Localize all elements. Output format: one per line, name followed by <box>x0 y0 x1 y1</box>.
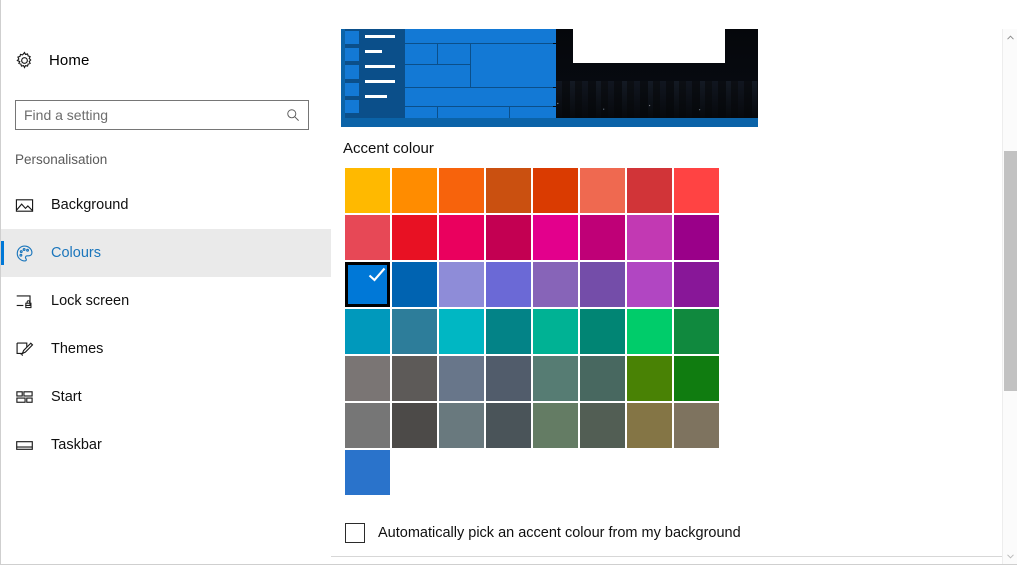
accent-swatch-pale-moss[interactable] <box>533 356 578 401</box>
lock-screen-icon <box>15 292 51 311</box>
preview-taskbar <box>341 118 758 127</box>
accent-swatch-steel-blue[interactable] <box>439 356 484 401</box>
accent-swatch-blue-gray[interactable] <box>439 403 484 448</box>
auto-pick-accent-checkbox[interactable] <box>345 523 365 543</box>
sidebar-item-themes-label: Themes <box>51 341 104 357</box>
accent-swatch-sage[interactable] <box>580 403 625 448</box>
accent-swatch-rose-bright[interactable] <box>392 215 437 260</box>
accent-swatch-brick-red[interactable] <box>533 168 578 213</box>
accent-colour-grid <box>345 168 719 495</box>
accent-swatch-metal-blue[interactable] <box>486 356 531 401</box>
accent-swatch-navy-blue[interactable] <box>392 262 437 307</box>
scrollbar-thumb[interactable] <box>1004 151 1017 391</box>
gear-icon <box>15 50 49 70</box>
accent-swatch-orchid[interactable] <box>627 215 672 260</box>
settings-window: Home Personalisation <box>0 0 1017 565</box>
sidebar-item-home-label: Home <box>49 51 90 69</box>
chevron-down-icon <box>1007 554 1014 559</box>
accent-swatch-violet-red[interactable] <box>674 262 719 307</box>
accent-colour-heading: Accent colour <box>343 140 434 157</box>
accent-swatch-rust[interactable] <box>486 168 531 213</box>
sidebar-item-background-label: Background <box>51 197 129 213</box>
accent-swatch-purple-shadow[interactable] <box>439 262 484 307</box>
search-icon <box>286 108 300 122</box>
chevron-up-icon <box>1007 35 1014 40</box>
auto-pick-accent-row[interactable]: Automatically pick an accent colour from… <box>345 523 1003 543</box>
brush-icon <box>15 340 51 359</box>
scroll-up-button[interactable] <box>1003 29 1017 46</box>
theme-preview-image <box>341 29 758 127</box>
preview-start-menu <box>341 29 556 123</box>
accent-swatch-violet-red-light[interactable] <box>627 262 672 307</box>
accent-swatch-green[interactable] <box>674 356 719 401</box>
preview-left-edge <box>341 29 345 127</box>
accent-swatch-desert-red[interactable] <box>345 215 390 260</box>
accent-swatch-mint-light[interactable] <box>533 309 578 354</box>
accent-swatch-magenta-dark[interactable] <box>674 215 719 260</box>
accent-swatch-storm[interactable] <box>392 403 437 448</box>
bottom-links-clipped <box>331 556 1003 564</box>
accent-swatch-orchid-light[interactable] <box>580 215 625 260</box>
accent-swatch-iris-pastel[interactable] <box>533 262 578 307</box>
accent-swatch-overcast[interactable] <box>345 403 390 448</box>
accent-swatch-mint-dark[interactable] <box>580 309 625 354</box>
accent-swatch-camouflage[interactable] <box>674 403 719 448</box>
accent-swatch-orange-dark[interactable] <box>439 168 484 213</box>
accent-swatch-iris-spring[interactable] <box>580 262 625 307</box>
accent-swatch-seafoam[interactable] <box>439 309 484 354</box>
sidebar-item-lock-screen-label: Lock screen <box>51 293 130 309</box>
accent-swatch-default-blue[interactable] <box>345 262 390 307</box>
accent-swatch-meadow-green[interactable] <box>627 356 672 401</box>
accent-swatch-orange-bright[interactable] <box>392 168 437 213</box>
vertical-scrollbar[interactable] <box>1002 29 1017 564</box>
accent-swatch-gray[interactable] <box>345 356 390 401</box>
accent-swatch-sport-green[interactable] <box>674 309 719 354</box>
sidebar-item-start[interactable]: Start <box>1 373 331 421</box>
main-content: Accent colour Automatically pick an acce… <box>331 0 1003 564</box>
preview-start-tiles <box>405 29 556 123</box>
accent-swatch-turf-green[interactable] <box>627 309 672 354</box>
accent-swatch-gray-dark[interactable] <box>486 403 531 448</box>
sidebar-item-taskbar[interactable]: Taskbar <box>1 421 331 469</box>
accent-swatch-pale-red[interactable] <box>674 168 719 213</box>
accent-swatch-liddy-green[interactable] <box>533 403 578 448</box>
sidebar-item-home[interactable]: Home <box>15 44 315 76</box>
sidebar-item-lock-screen[interactable]: Lock screen <box>1 277 331 325</box>
accent-swatch-mod-red[interactable] <box>580 168 625 213</box>
accent-swatch-gold[interactable] <box>345 168 390 213</box>
accent-swatch-cool-blue-bright[interactable] <box>345 309 390 354</box>
accent-swatch-camouflage-desert[interactable] <box>627 403 672 448</box>
checkmark-icon <box>368 267 386 282</box>
accent-swatch-plum[interactable] <box>533 215 578 260</box>
sidebar-nav-list: Background Colours Lock screen Themes St… <box>1 181 331 469</box>
palette-icon <box>15 244 51 263</box>
sidebar-item-themes[interactable]: Themes <box>1 325 331 373</box>
accent-swatch-red[interactable] <box>627 168 672 213</box>
sidebar: Home Personalisation <box>1 0 331 564</box>
accent-swatch-moss[interactable] <box>580 356 625 401</box>
search-input[interactable] <box>16 101 308 129</box>
search-box[interactable] <box>15 100 309 130</box>
accent-swatch-cool-blue[interactable] <box>392 309 437 354</box>
accent-swatch-purple-shadow-dark[interactable] <box>486 262 531 307</box>
sidebar-item-taskbar-label: Taskbar <box>51 437 102 453</box>
accent-swatch-custom-blue[interactable] <box>345 450 390 495</box>
sidebar-item-colours[interactable]: Colours <box>1 229 331 277</box>
sidebar-group-header: Personalisation <box>15 152 108 167</box>
accent-swatch-rose[interactable] <box>439 215 484 260</box>
accent-swatch-gray-brown[interactable] <box>392 356 437 401</box>
sidebar-item-colours-label: Colours <box>51 245 101 261</box>
taskbar-icon <box>15 436 51 455</box>
sidebar-item-background[interactable]: Background <box>1 181 331 229</box>
accent-swatch-plum-light[interactable] <box>486 215 531 260</box>
preview-start-rail <box>345 31 359 114</box>
preview-start-menu-lines <box>365 35 395 98</box>
accent-swatch-seafoam-teal[interactable] <box>486 309 531 354</box>
auto-pick-accent-label: Automatically pick an accent colour from… <box>378 525 741 541</box>
sidebar-item-start-label: Start <box>51 389 82 405</box>
preview-window-panel <box>573 29 725 63</box>
scroll-down-button[interactable] <box>1003 548 1017 564</box>
start-tiles-icon <box>15 388 51 407</box>
picture-icon <box>15 196 51 215</box>
